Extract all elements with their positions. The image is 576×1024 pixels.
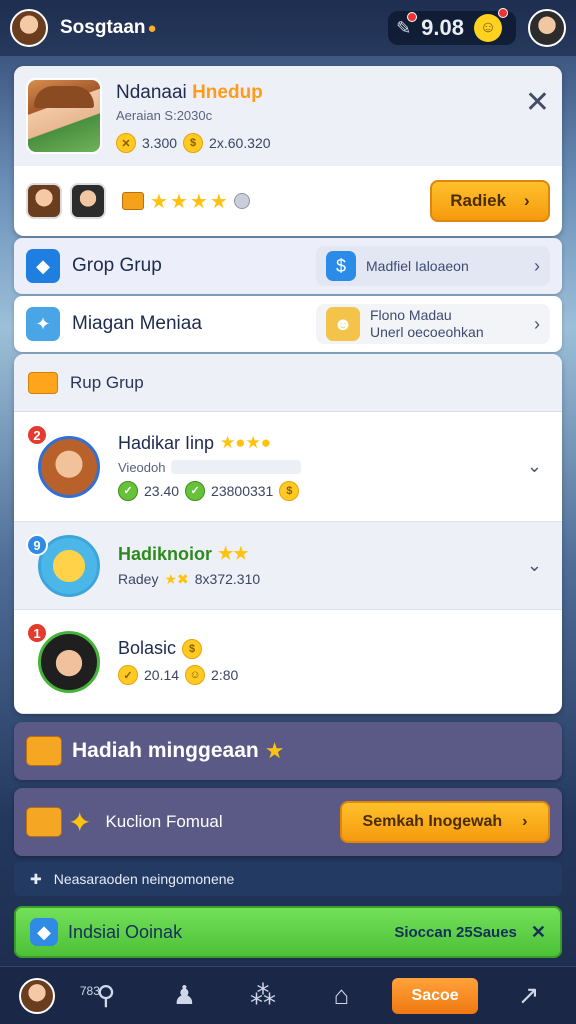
coin-icon: $ [182, 638, 203, 659]
envelope-icon [28, 371, 58, 394]
close-icon[interactable]: ✕ [531, 922, 546, 943]
player-avatar [38, 435, 100, 498]
team-avatar[interactable] [70, 183, 106, 219]
player-avatar [38, 630, 100, 693]
friend-avatar[interactable] [528, 9, 566, 47]
profile-portrait [26, 78, 102, 154]
list-item[interactable]: 1 Bolasic $ ✓ 20.14 ☺ 2:80 [14, 610, 562, 714]
star-icon: ★ [169, 190, 188, 213]
close-icon[interactable]: ✕ [525, 88, 550, 154]
entry-sub: Vieodoh [118, 460, 302, 475]
coin-icon: $ [183, 133, 204, 153]
entry-name: Hadikar Iinp ★●★● [118, 432, 272, 453]
rank-badge: 9 [26, 534, 48, 556]
green-bar-right: Sioccan 25Saues [394, 923, 517, 941]
coin-icon: $ [326, 251, 356, 281]
puzzle-icon: ✦ [68, 806, 92, 838]
profile-card: Ndanaai Hnedup Aeraian S:2030c ✕ 3.300 $… [14, 66, 562, 236]
wrench-icon[interactable]: ✎ [396, 11, 418, 39]
coin-icon: ✓ [185, 480, 206, 501]
top-bar: Sosgtaan ● ✎ 9.08 ☺ [0, 0, 576, 56]
rank-badge: 1 [26, 622, 48, 644]
weekly-reward-bar[interactable]: Hadiah minggeaan ★ [14, 722, 562, 780]
profile-nav-icon[interactable] [19, 977, 56, 1014]
group-row-chip[interactable]: $ Madfiel Ialoaeon › [316, 246, 550, 286]
map-icon: ✦ [26, 307, 60, 341]
star-icon: ★★ [218, 544, 249, 563]
group-row[interactable]: ◆ Grop Grup $ Madfiel Ialoaeon › [14, 238, 562, 294]
coin-icon [233, 193, 250, 209]
entry-name: Hadiknoior ★★ [118, 543, 249, 564]
entry-stats: ✓ 20.14 ☺ 2:80 [118, 665, 238, 685]
player-avatar[interactable] [10, 9, 48, 47]
rank-badge: 2 [26, 424, 48, 446]
festival-bar: ✦ Kuclion Fomual Semkah Inogewah › [14, 788, 562, 856]
cube-icon: ◆ [30, 918, 58, 946]
weekly-reward-title: Hadiah minggeaan [72, 739, 259, 762]
user-icon[interactable]: ♟ [156, 980, 212, 1011]
chest-icon [26, 807, 62, 837]
list-item[interactable]: 9 Hadiknoior ★★ Radey ★✖ 8x372.310 ⌄ [14, 522, 562, 610]
list-item[interactable]: 2 Hadikar Iinp ★●★● Vieodoh ✓ 23.40 ✓ 23800… [14, 412, 562, 522]
menu-row-chip[interactable]: ☻ Flono Madau Unerl oecoeohkan › [316, 304, 550, 344]
star-icon: ★ [209, 190, 228, 213]
gift-icon [26, 736, 62, 766]
profile-subtitle: Aeraian S:2030c [116, 108, 213, 123]
star-icon: ★ [150, 190, 168, 213]
profile-stats: ✕ 3.300 $ 2x.60.320 [116, 133, 271, 153]
coin-icon: ✓ [118, 480, 138, 501]
profile-name: Ndanaai Hnedup [116, 82, 263, 103]
arrow-icon[interactable]: ↗ [501, 980, 557, 1011]
coin-icon: ✕ [116, 133, 136, 153]
home-icon[interactable]: ⌂ [314, 980, 370, 1011]
cube-icon: ◆ [26, 249, 60, 283]
green-bar-label: Indsiai Ooinak [68, 921, 183, 942]
claim-button[interactable]: Radiek › [430, 180, 550, 222]
chevron-right-icon: › [534, 255, 540, 276]
menu-row-label: Miagan Meniaa [72, 313, 202, 334]
grid-icon[interactable]: ⁂ [235, 980, 291, 1011]
team-avatar[interactable] [26, 183, 62, 219]
list-header: Rup Grup [14, 354, 562, 412]
notice-bar: ✚ Neasaraoden neingomonene [14, 862, 562, 896]
currency-pill[interactable]: ✎ 9.08 ☺ [388, 8, 516, 45]
chevron-down-icon[interactable]: ⌄ [527, 555, 542, 576]
coin-icon: ☺ [474, 8, 508, 42]
flame-icon: ● [147, 19, 157, 37]
character-icon: ☻ [326, 307, 360, 341]
bottom-action-button[interactable]: Sacoe [392, 977, 479, 1014]
festival-label: Kuclion Fomual [105, 812, 223, 831]
notification-dot [407, 11, 418, 22]
chevron-right-icon: › [534, 313, 540, 334]
puzzle-icon: ✚ [30, 870, 42, 887]
festival-button[interactable]: Semkah Inogewah › [340, 801, 550, 843]
search-icon[interactable]: 783 ⚲ [78, 980, 134, 1011]
entry-stats: Radey ★✖ 8x372.310 [118, 570, 261, 588]
coin-icon: ☺ [185, 665, 206, 685]
entry-stats: ✓ 23.40 ✓ 23800331 $ [118, 480, 301, 501]
star-icon: ★✖ [164, 570, 189, 587]
notification-dot [498, 8, 508, 18]
star-icon: ★●★● [220, 433, 272, 452]
group-row-label: Grop Grup [72, 255, 162, 276]
chest-icon [122, 192, 144, 210]
entry-name: Bolasic $ [118, 638, 238, 659]
player-name: Sosgtaan [60, 17, 146, 38]
chevron-right-icon: › [524, 191, 530, 210]
chevron-down-icon[interactable]: ⌄ [527, 456, 542, 477]
menu-row[interactable]: ✦ Miagan Meniaa ☻ Flono Madau Unerl oeco… [14, 296, 562, 352]
bottom-nav: 783 ⚲ ♟ ⁂ ⌂ Sacoe ↗ [0, 966, 576, 1024]
coin-icon: $ [279, 480, 300, 501]
star-icon: ★ [264, 738, 285, 763]
coin-icon: ✓ [118, 665, 138, 685]
star-rating: ★ ★ ★ ★ [122, 189, 250, 214]
ranking-list: Rup Grup 2 Hadikar Iinp ★●★● Vieodoh ✓ 23.… [14, 354, 562, 714]
currency-value: 9.08 [421, 15, 464, 40]
star-icon: ★ [189, 190, 208, 213]
green-action-bar[interactable]: ◆ Indsiai Ooinak Sioccan 25Saues ✕ [14, 906, 562, 958]
chevron-right-icon: › [522, 813, 528, 830]
